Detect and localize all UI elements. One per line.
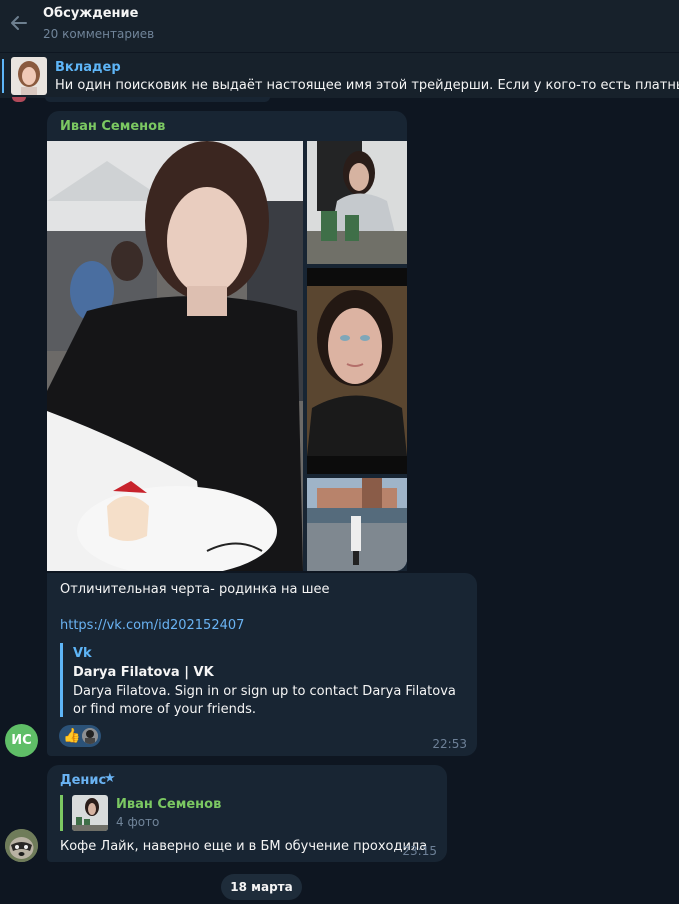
photo-3[interactable] xyxy=(307,268,407,474)
reply-text: Кофе Лайк, наверно еще и в БМ обучение п… xyxy=(60,839,428,854)
pinned-text: Ни один поисковик не выдаёт настоящее им… xyxy=(55,78,679,93)
pinned-message[interactable]: Вкладер Ни один поисковик не выдаёт наст… xyxy=(0,52,679,98)
quote-thumbnail xyxy=(72,795,108,831)
preview-title: Darya Filatova | VK xyxy=(73,665,214,680)
reply-sender[interactable]: Денис xyxy=(60,773,106,788)
reply-time: 23:15 xyxy=(402,844,437,858)
message-text: Отличительная черта- родинка на шее xyxy=(60,582,330,597)
message-time: 22:53 xyxy=(432,737,467,751)
pinned-author: Вкладер xyxy=(55,60,121,75)
message-link[interactable]: https://vk.com/id202152407 xyxy=(60,618,244,633)
pinned-indicator xyxy=(2,59,4,93)
album-sender[interactable]: Иван Семенов xyxy=(60,119,165,134)
comment-count: 20 комментариев xyxy=(43,27,155,41)
quote-author: Иван Семенов xyxy=(116,797,222,812)
quote-subtitle: 4 фото xyxy=(116,815,160,829)
thumbs-up-icon: 👍 xyxy=(63,728,81,744)
avatar[interactable]: ИС xyxy=(5,724,38,757)
back-arrow-icon[interactable] xyxy=(8,12,30,34)
date-separator: 18 марта xyxy=(221,874,302,900)
chat-header: Обсуждение 20 комментариев xyxy=(0,0,679,52)
star-icon: ★ xyxy=(104,771,116,786)
previous-avatar-edge xyxy=(12,97,26,102)
photo-album[interactable]: Иван Семенов xyxy=(47,111,407,571)
reply-bubble[interactable]: Денис ★ Иван Семенов 4 фото Кофе Лайк, н… xyxy=(47,765,447,862)
link-preview[interactable]: Vk Darya Filatova | VK Darya Filatova. S… xyxy=(60,643,460,717)
previous-bubble-edge xyxy=(45,97,270,102)
reactor-avatar xyxy=(82,728,98,744)
preview-description: Darya Filatova. Sign in or sign up to co… xyxy=(73,684,456,717)
photo-4[interactable] xyxy=(307,478,407,571)
page-title: Обсуждение xyxy=(43,6,139,21)
pinned-thumbnail xyxy=(11,57,47,95)
reply-quote[interactable]: Иван Семенов 4 фото xyxy=(60,795,230,831)
message-bubble[interactable]: Отличительная черта- родинка на шее http… xyxy=(47,573,477,756)
photo-1[interactable] xyxy=(47,141,303,571)
photo-2[interactable] xyxy=(307,141,407,264)
reaction-badge[interactable]: 👍 xyxy=(59,725,101,747)
avatar[interactable] xyxy=(5,829,38,862)
preview-site-name: Vk xyxy=(73,646,92,661)
